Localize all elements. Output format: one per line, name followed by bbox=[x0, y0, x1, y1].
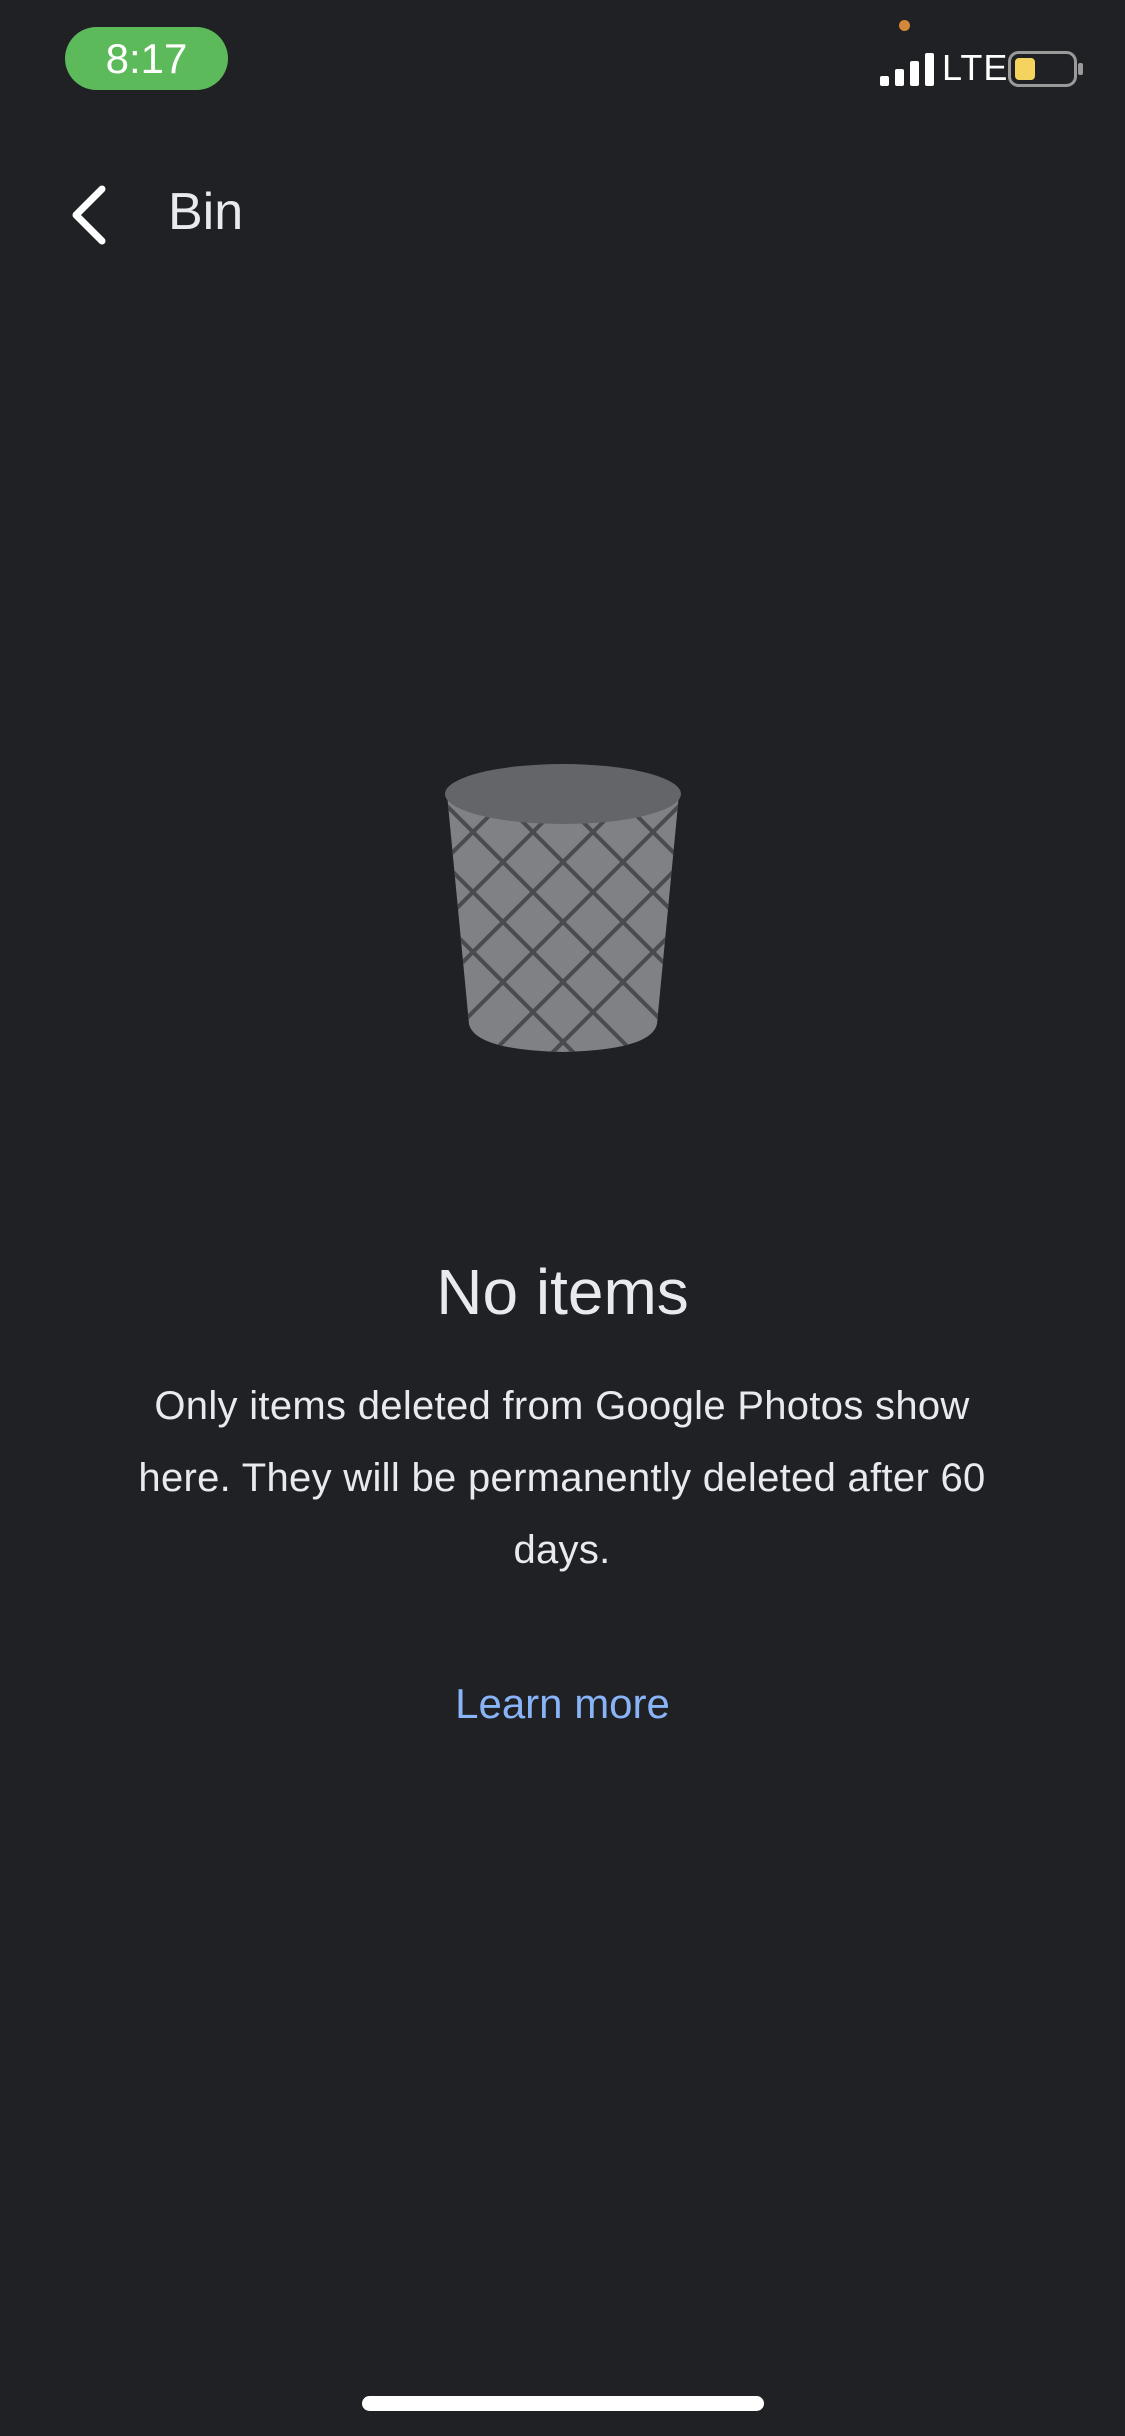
signal-icon bbox=[880, 53, 934, 86]
network-type-label: LTE bbox=[942, 47, 1009, 88]
status-time: 8:17 bbox=[65, 27, 228, 90]
page-title: Bin bbox=[168, 183, 244, 241]
privacy-indicator-dot bbox=[899, 20, 910, 31]
top-app-bar: Bin bbox=[0, 160, 1125, 270]
empty-state bbox=[0, 760, 1125, 1056]
chevron-left-icon bbox=[72, 185, 106, 245]
home-indicator[interactable] bbox=[362, 2396, 764, 2411]
back-button[interactable] bbox=[45, 170, 135, 260]
learn-more-link[interactable]: Learn more bbox=[0, 1680, 1125, 1728]
empty-state-description: Only items deleted from Google Photos sh… bbox=[138, 1384, 986, 1572]
status-bar: 8:17 LTE bbox=[0, 0, 1125, 120]
battery-icon bbox=[1008, 51, 1083, 87]
empty-state-title: No items bbox=[436, 1256, 689, 1328]
trash-bin-icon bbox=[444, 764, 681, 1052]
